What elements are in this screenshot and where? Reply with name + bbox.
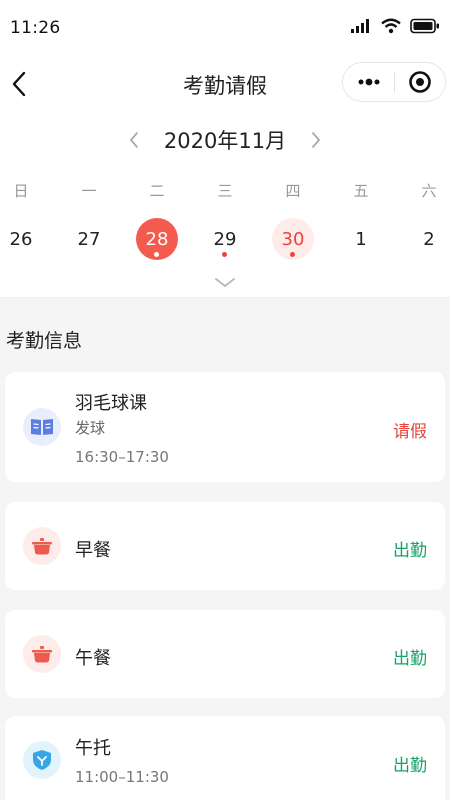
more-button[interactable] [343,62,394,102]
attendance-card[interactable]: 羽毛球课 发球 16:30–17:30 请假 [5,372,445,482]
shield-icon [33,750,51,770]
day-row: 26 27 28 29 30 1 2 [0,218,450,262]
nav-bar: 考勤请假 [0,56,450,114]
pot-icon [32,538,52,555]
chevron-left-icon [129,132,138,148]
mini-program-capsule [342,62,446,102]
status-time: 11:26 [10,18,61,38]
event-dot [290,252,295,257]
attendance-card[interactable]: 早餐 出勤 [5,502,445,590]
close-button[interactable] [395,62,445,102]
expand-calendar-button[interactable] [213,276,237,290]
day-number: 27 [77,228,101,250]
weekday-label: 日 [13,182,29,200]
status-bar: 11:26 [0,0,450,56]
attendance-card[interactable]: 午餐 出勤 [5,610,445,698]
weekday-label: 三 [217,182,233,200]
weekday-header: 日 一 二 三 四 五 六 [0,180,450,202]
item-subtitle: 发球 [75,419,106,437]
status-badge-present: 出勤 [393,756,427,776]
event-dot [154,252,159,257]
chevron-right-icon [312,132,321,148]
status-badge-present: 出勤 [393,541,427,561]
day-number: 26 [9,228,33,250]
day-cell[interactable]: 1 [340,218,382,260]
event-dot [222,252,227,257]
item-name: 羽毛球课 [75,393,147,414]
day-number: 29 [213,228,237,250]
day-number: 1 [355,228,367,250]
day-cell[interactable]: 26 [0,218,42,260]
item-time: 16:30–17:30 [75,448,169,466]
wifi-icon [381,18,401,34]
pot-icon [32,646,52,663]
next-month-button[interactable] [302,124,330,156]
chevron-down-icon [215,278,235,288]
status-icons [350,18,440,34]
day-number: 28 [145,228,169,250]
day-number: 2 [423,228,435,250]
item-name: 早餐 [75,540,111,561]
item-time: 11:00–11:30 [75,768,169,786]
weekday-label: 一 [81,182,97,200]
section-title: 考勤信息 [6,330,83,352]
weekday-label: 四 [285,182,301,200]
item-name: 午餐 [75,648,111,669]
weekday-label: 六 [421,182,437,200]
day-number: 30 [281,228,305,250]
book-icon [31,419,53,435]
more-dots-icon [358,78,379,86]
weekday-label: 二 [149,182,165,200]
item-name: 午托 [75,738,111,759]
meal-icon-wrap [23,635,61,673]
care-icon-wrap [23,741,61,779]
prev-month-button[interactable] [120,124,148,156]
battery-icon [410,18,439,34]
month-switcher: 2020年11月 [0,124,450,156]
day-cell-highlight[interactable]: 30 [272,218,314,260]
course-icon-wrap [23,408,61,446]
day-cell[interactable]: 2 [408,218,450,260]
attendance-card[interactable]: 午托 11:00–11:30 出勤 [5,716,445,800]
status-badge-present: 出勤 [393,649,427,669]
weekday-label: 五 [353,182,369,200]
status-badge-leave: 请假 [393,422,427,442]
day-cell[interactable]: 29 [204,218,246,260]
month-label: 2020年11月 [163,129,287,153]
day-cell[interactable]: 27 [68,218,110,260]
signal-icon [351,19,369,33]
meal-icon-wrap [23,527,61,565]
week-calendar: 2020年11月 日 一 二 三 四 五 六 26 27 28 29 30 1 … [0,114,450,298]
target-icon [409,71,431,93]
day-cell-selected[interactable]: 28 [136,218,178,260]
